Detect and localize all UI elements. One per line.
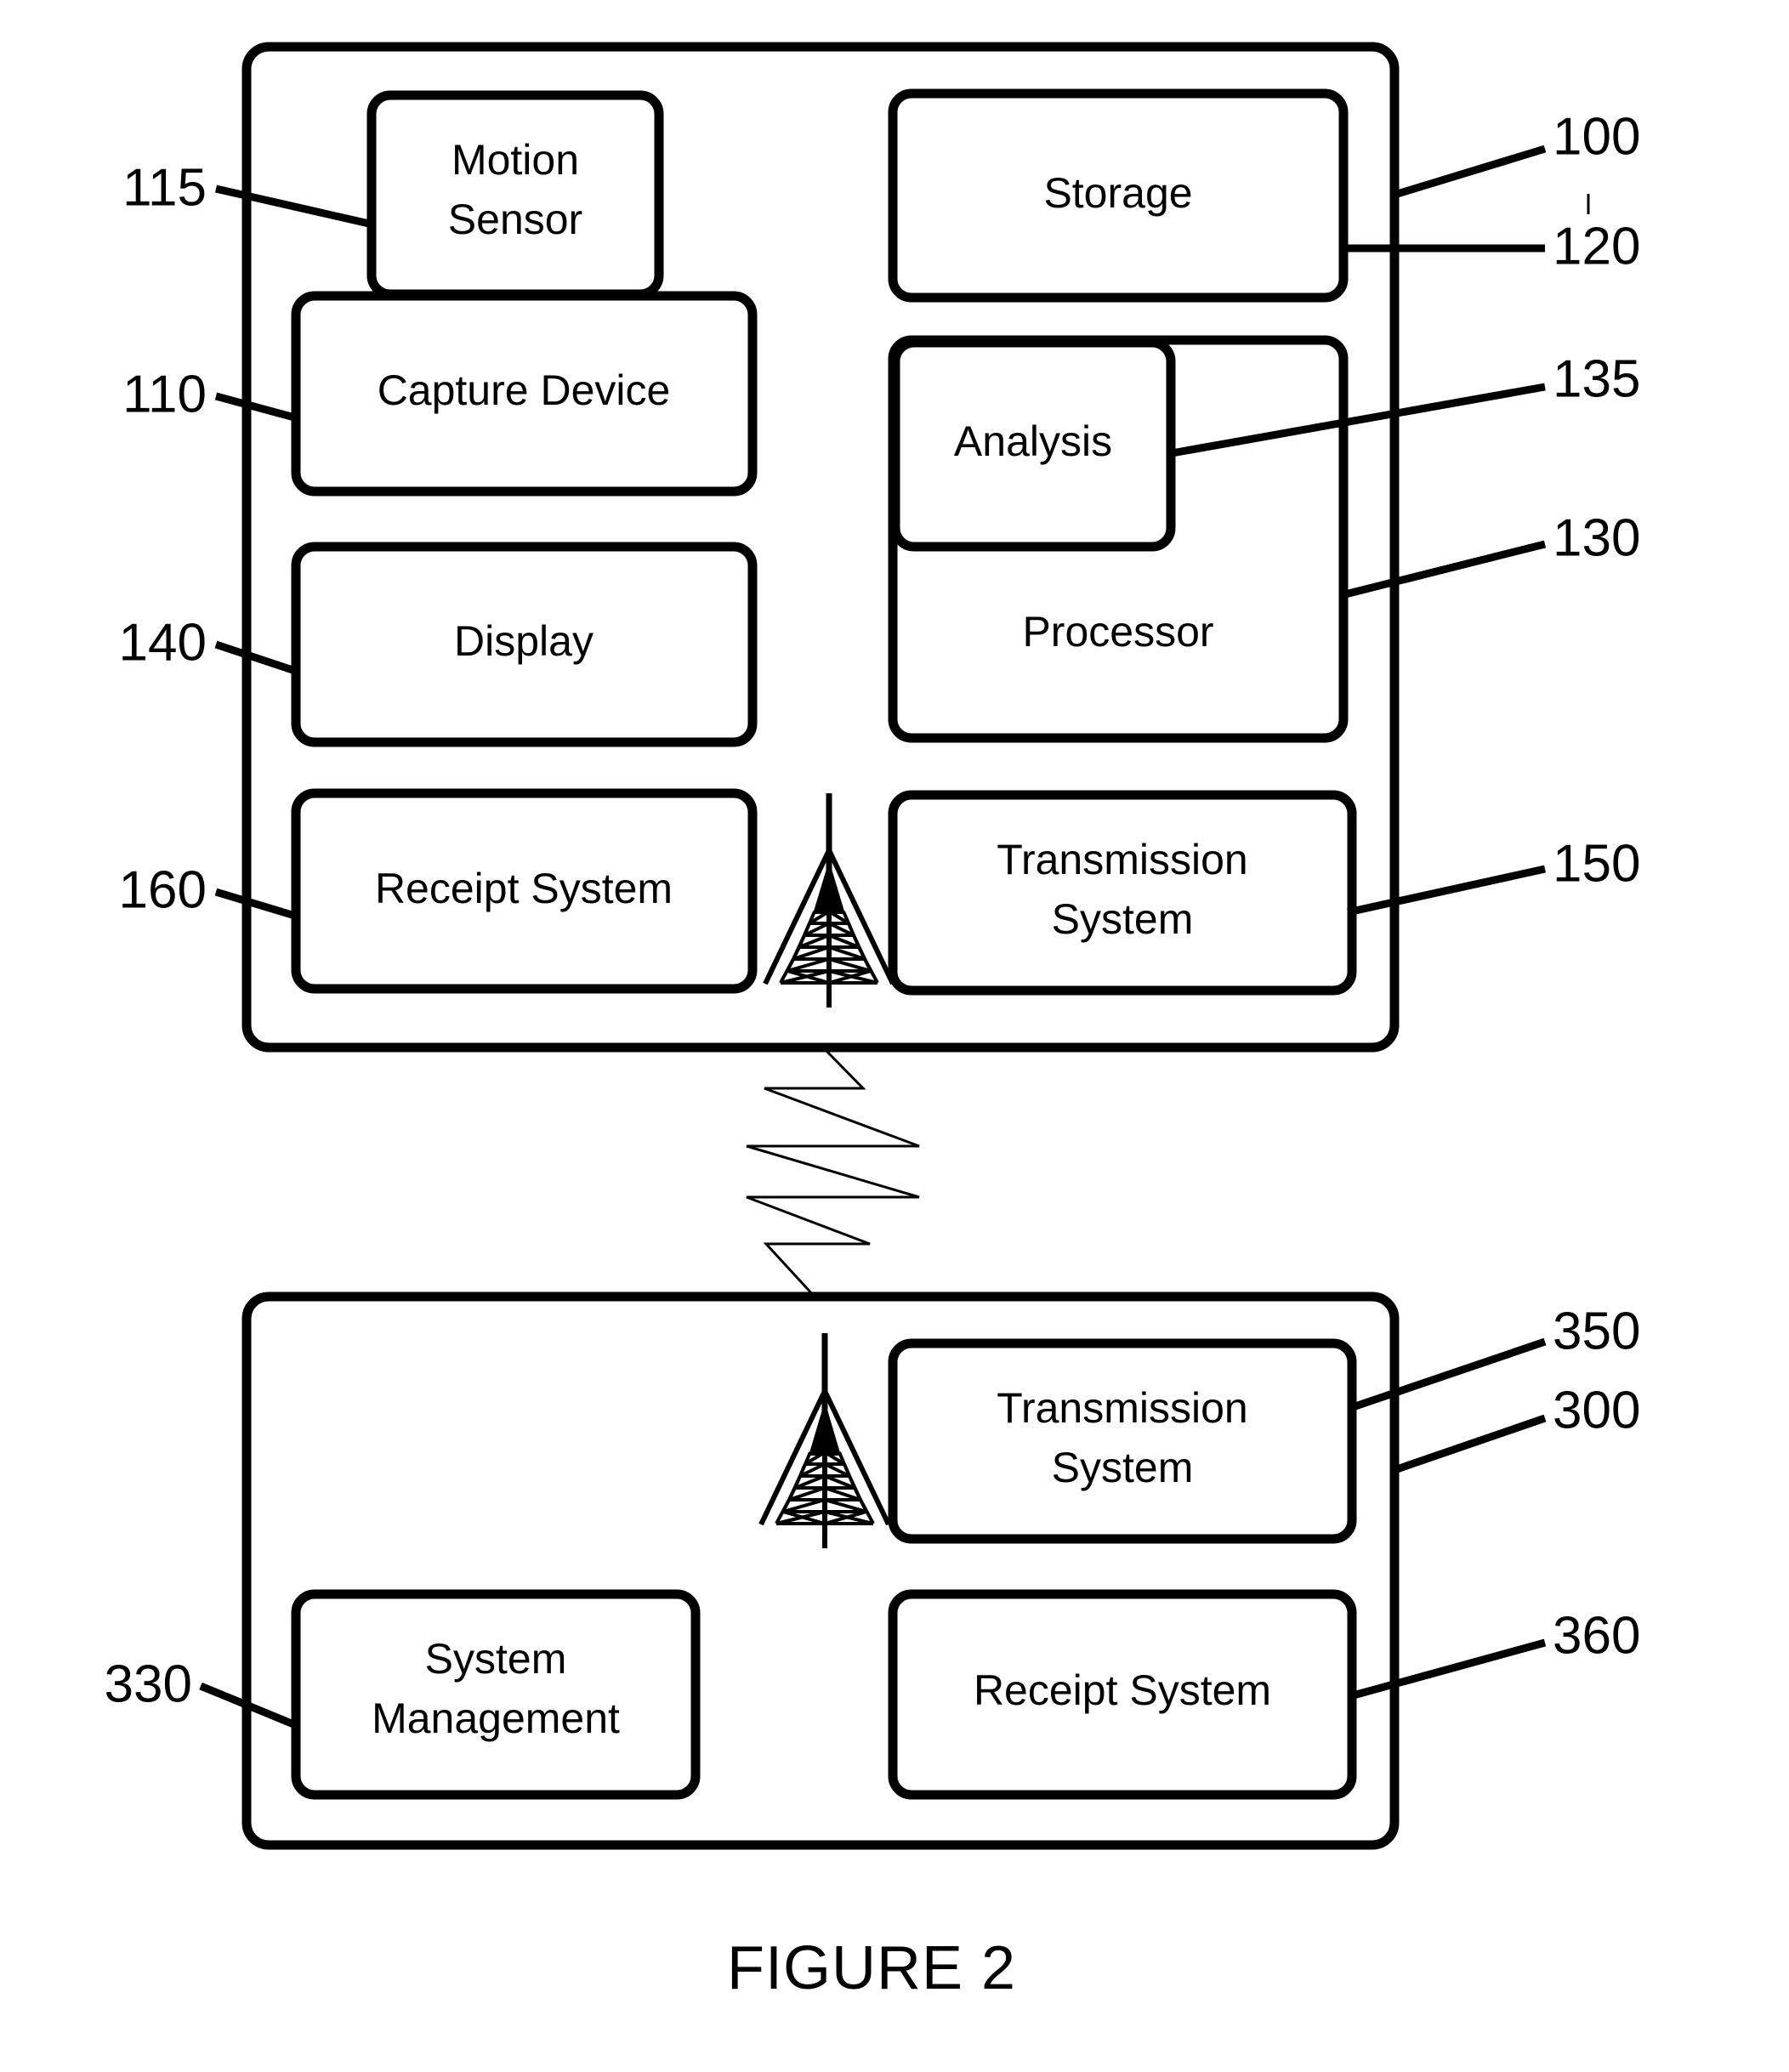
ref-numeral-350: 350 xyxy=(1553,1302,1640,1360)
leader-line-150 xyxy=(1347,865,1546,917)
block-storage-label: Storage xyxy=(1043,169,1192,217)
ref-numeral-130: 130 xyxy=(1553,508,1640,567)
ref-numeral-135: 135 xyxy=(1553,349,1640,408)
leader-line-115 xyxy=(215,184,370,228)
ref-numeral-140: 140 xyxy=(119,613,207,672)
ref-numeral-110: 110 xyxy=(122,365,207,423)
lightning-bolt-icon xyxy=(746,1046,920,1298)
ref-numeral-160: 160 xyxy=(119,860,207,919)
figure-caption: FIGURE 2 xyxy=(727,1934,1016,2002)
ref-numeral-120: 120 xyxy=(1553,217,1640,275)
block-transmission-system-2-label-line2: System xyxy=(1052,1444,1194,1491)
block-transmission-system-2[interactable] xyxy=(888,1338,1357,1544)
leader-line-110 xyxy=(214,392,299,423)
block-transmission-system-label-line2: System xyxy=(1052,895,1194,943)
leader-line-160 xyxy=(214,888,299,921)
leader-line-360 xyxy=(1349,1638,1547,1700)
ref-numeral-150: 150 xyxy=(1553,834,1640,893)
block-motion-sensor-label-line1: Motion xyxy=(452,136,579,184)
patent-figure-2: 100 Motion Sensor 115 Capture Device 110… xyxy=(0,0,1789,2072)
leader-line-140 xyxy=(214,640,299,676)
block-receipt-system-label: Receipt System xyxy=(375,865,673,912)
leader-line-300 xyxy=(1390,1414,1547,1475)
block-system-management-label-line1: System xyxy=(425,1635,567,1683)
block-capture-device-label: Capture Device xyxy=(378,366,671,414)
ref-numeral-300: 300 xyxy=(1553,1381,1640,1439)
block-analysis-label: Analysis xyxy=(954,417,1112,465)
ref-numeral-330: 330 xyxy=(105,1655,192,1713)
ref-numeral-100: 100 xyxy=(1553,107,1640,166)
block-transmission-system-2-label-line1: Transmission xyxy=(997,1384,1247,1432)
block-receipt-system-2-label: Receipt System xyxy=(974,1666,1271,1714)
radio-tower-icon-top xyxy=(763,793,895,1008)
leader-line-130 xyxy=(1340,540,1547,599)
block-transmission-system-label-line1: Transmission xyxy=(997,836,1247,883)
block-motion-sensor[interactable] xyxy=(366,90,664,299)
radio-tower-icon-bottom xyxy=(758,1333,891,1548)
block-motion-sensor-label-line2: Sensor xyxy=(448,196,582,243)
ref-numeral-115: 115 xyxy=(122,158,207,217)
block-transmission-system[interactable] xyxy=(888,790,1357,996)
block-diagram-svg: 100 Motion Sensor 115 Capture Device 110… xyxy=(105,42,1640,2002)
block-system-management-label-line2: Management xyxy=(372,1694,620,1742)
block-display-label: Display xyxy=(454,617,593,665)
leader-line-350 xyxy=(1349,1337,1547,1412)
block-processor-label: Processor xyxy=(1022,608,1213,656)
leader-line-100 xyxy=(1390,145,1547,200)
ref-numeral-360: 360 xyxy=(1553,1606,1640,1665)
